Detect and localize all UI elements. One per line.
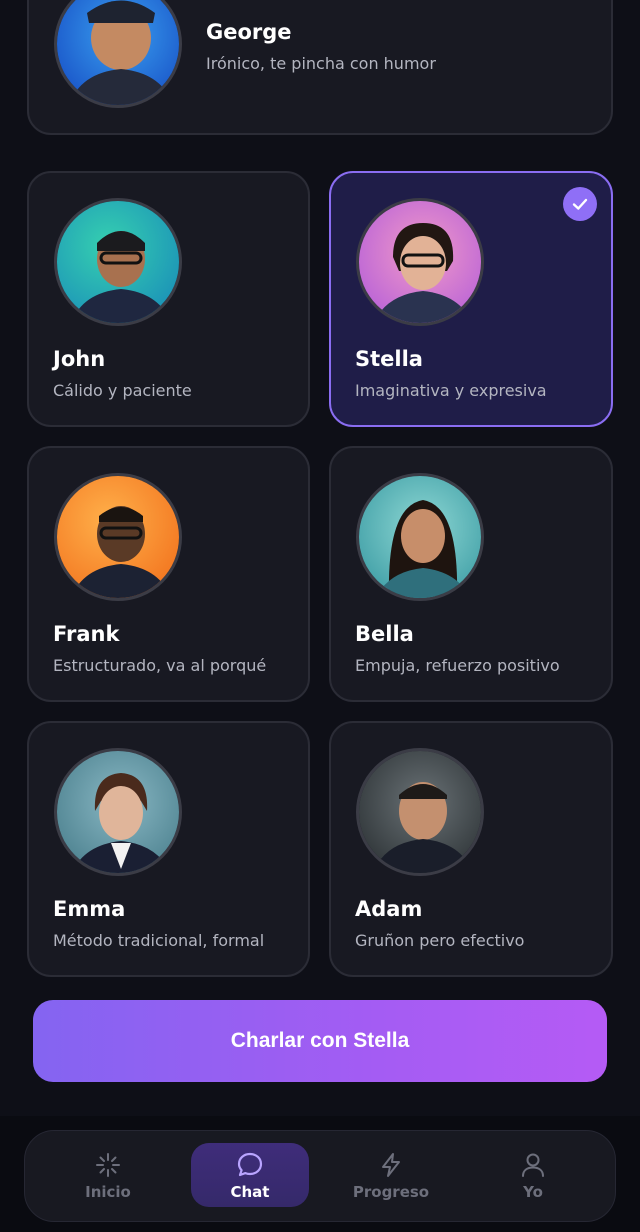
tutor-card-george[interactable]: George Irónico, te pincha con humor: [27, 0, 613, 135]
avatar-bella: [356, 473, 484, 601]
sparkle-icon: [94, 1150, 122, 1180]
tutor-description: Estructurado, va al porqué: [53, 656, 267, 675]
nav-label: Yo: [523, 1182, 543, 1201]
avatar-john: [54, 198, 182, 326]
tutor-card-frank[interactable]: Frank Estructurado, va al porqué: [27, 446, 310, 702]
chat-bubble-icon: [236, 1150, 264, 1180]
tutor-description: Cálido y paciente: [53, 381, 192, 400]
tutor-card-john[interactable]: John Cálido y paciente: [27, 171, 310, 427]
nav-item-yo[interactable]: Yo: [474, 1143, 592, 1207]
tutor-description: Imaginativa y expresiva: [355, 381, 547, 400]
nav-label: Chat: [230, 1182, 270, 1201]
tutor-card-emma[interactable]: Emma Método tradicional, formal: [27, 721, 310, 977]
tutor-description: Irónico, te pincha con humor: [206, 54, 436, 73]
user-icon: [519, 1150, 547, 1180]
tutor-name: Stella: [355, 347, 423, 371]
check-icon: [563, 187, 597, 221]
avatar-emma: [54, 748, 182, 876]
nav-label: Inicio: [85, 1182, 131, 1201]
tutor-description: Empuja, refuerzo positivo: [355, 656, 560, 675]
avatar-george: [54, 0, 182, 108]
nav-label: Progreso: [352, 1182, 430, 1201]
tutor-card-stella[interactable]: Stella Imaginativa y expresiva: [329, 171, 613, 427]
tutor-name: Emma: [53, 897, 126, 921]
tutor-name: John: [53, 347, 106, 371]
avatar-adam: [356, 748, 484, 876]
nav-item-progreso[interactable]: Progreso: [332, 1143, 450, 1207]
chat-with-tutor-button[interactable]: Charlar con Stella: [33, 1000, 607, 1082]
lightning-icon: [377, 1150, 405, 1180]
avatar-stella: [356, 198, 484, 326]
tutor-description: Método tradicional, formal: [53, 931, 265, 950]
nav-item-inicio[interactable]: Inicio: [49, 1143, 167, 1207]
tutor-name: George: [206, 20, 292, 44]
tutor-name: Adam: [355, 897, 423, 921]
tutor-description: Gruñon pero efectivo: [355, 931, 525, 950]
tutor-name: Bella: [355, 622, 414, 646]
avatar-frank: [54, 473, 182, 601]
bottom-navigation: Inicio Chat Progreso Yo: [24, 1130, 616, 1222]
tutor-card-adam[interactable]: Adam Gruñon pero efectivo: [329, 721, 613, 977]
nav-item-chat[interactable]: Chat: [191, 1143, 309, 1207]
tutor-card-bella[interactable]: Bella Empuja, refuerzo positivo: [329, 446, 613, 702]
tutor-name: Frank: [53, 622, 120, 646]
